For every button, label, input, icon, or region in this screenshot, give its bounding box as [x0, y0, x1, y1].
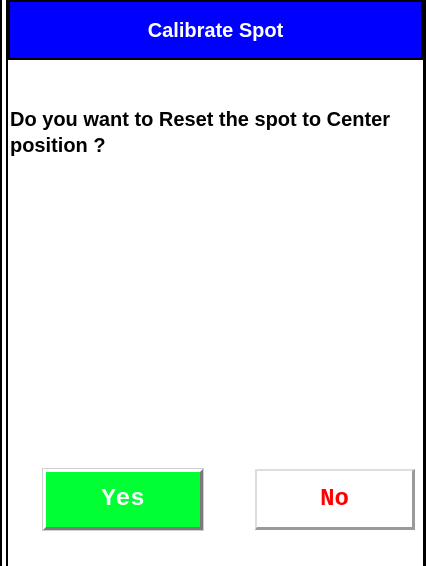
no-button-label: No: [320, 485, 349, 513]
yes-button-label: Yes: [101, 486, 145, 513]
confirmation-message: Do you want to Reset the spot to Center …: [10, 109, 391, 157]
yes-button[interactable]: Yes: [43, 469, 203, 530]
left-frame-line-inner: [6, 0, 8, 566]
dialog-title-bar: Calibrate Spot: [8, 0, 423, 60]
no-button[interactable]: No: [255, 469, 415, 530]
dialog-title: Calibrate Spot: [147, 19, 284, 42]
left-frame-line-outer: [0, 0, 2, 566]
calibrate-spot-screen: Calibrate Spot Do you want to Reset the …: [0, 0, 426, 566]
